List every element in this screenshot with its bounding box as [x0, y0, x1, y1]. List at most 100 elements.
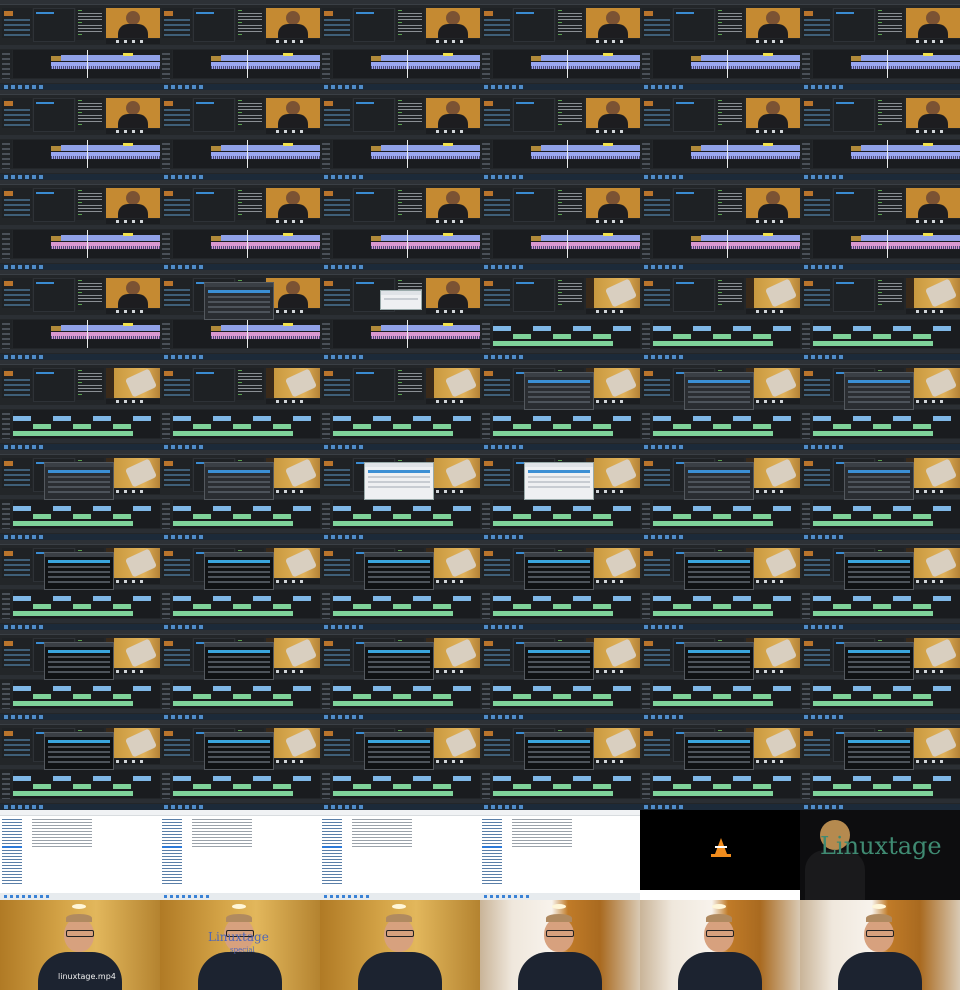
play-control-icon — [924, 130, 927, 133]
timeline-clip — [453, 416, 471, 421]
sheet-frame — [640, 540, 800, 630]
play-control-icon — [140, 130, 143, 133]
timeline-clip — [353, 604, 371, 609]
status-bar — [640, 259, 800, 263]
speaker-head — [126, 191, 140, 205]
play-control-icon — [132, 40, 135, 43]
taskbar — [320, 893, 480, 900]
title-clip — [61, 325, 160, 331]
timeline-tracks — [813, 140, 960, 168]
taskbar-icon — [644, 625, 648, 629]
video-monitor — [906, 638, 960, 668]
taskbar-icon — [505, 445, 509, 449]
audio-clip — [333, 611, 453, 616]
taskbar-icon — [651, 625, 655, 629]
project-bin — [322, 548, 352, 578]
timeline-clip — [33, 694, 51, 699]
taskbar-icon — [672, 535, 676, 539]
clip-thumbnail — [4, 551, 13, 556]
timeline-clip — [833, 514, 851, 519]
status-bar — [800, 799, 960, 803]
timeline-clip — [93, 686, 111, 691]
timeline-clip — [193, 784, 211, 789]
status-bar — [480, 349, 640, 353]
taskbar-icon — [324, 715, 328, 719]
video-clip — [531, 56, 541, 61]
play-control-icon — [132, 220, 135, 223]
effects-list — [716, 8, 744, 40]
play-control-icon — [132, 130, 135, 133]
render-dialog — [844, 642, 914, 680]
taskbar-icon — [39, 625, 43, 629]
playhead — [887, 230, 888, 258]
taskbar-icon — [832, 535, 836, 539]
clip-thumbnail — [484, 461, 493, 466]
taskbar-icon — [25, 85, 29, 89]
timeline-toolbar — [640, 45, 800, 49]
clip-thumbnail — [164, 371, 173, 376]
audio-clip — [51, 332, 160, 339]
taskbar-icon — [324, 265, 328, 269]
status-bar — [0, 529, 160, 533]
monitor-controls — [426, 579, 480, 584]
project-bin — [322, 188, 352, 218]
timeline-clip — [353, 784, 371, 789]
video-monitor — [426, 638, 480, 668]
timeline-tracks — [333, 320, 480, 348]
video-monitor — [906, 368, 960, 398]
play-control-icon — [436, 580, 439, 583]
dialog-selected-row — [48, 560, 110, 563]
video-monitor — [426, 548, 480, 578]
taskbar-icon — [498, 445, 502, 449]
speaker-body — [278, 24, 308, 38]
project-bin — [2, 638, 32, 668]
clip-thumbnail — [644, 101, 653, 106]
selected-row — [676, 102, 694, 104]
timeline-tracks — [333, 230, 480, 258]
sheet-frame — [160, 630, 320, 720]
status-bar — [160, 259, 320, 263]
timeline-clip — [433, 694, 451, 699]
timeline-clip — [493, 596, 511, 601]
effects-list — [876, 188, 904, 220]
video-monitor — [266, 188, 320, 218]
marker — [123, 143, 133, 146]
timeline-tracks — [493, 680, 640, 708]
timeline-clip — [933, 506, 951, 511]
track-headers — [0, 410, 12, 440]
timeline-clip — [853, 506, 871, 511]
clip-properties-panel — [833, 188, 875, 222]
sheet-frame — [640, 0, 800, 90]
selected-row — [36, 282, 54, 284]
project-bin — [802, 278, 832, 308]
play-control-icon — [924, 670, 927, 673]
taskbar-icon — [484, 895, 487, 898]
taskbar-icon — [359, 535, 363, 539]
timeline-clip — [173, 686, 191, 691]
dialog-selected-row — [48, 740, 110, 743]
taskbar-icon — [18, 175, 22, 179]
taskbar-icon — [345, 265, 349, 269]
play-control-icon — [132, 490, 135, 493]
play-control-icon — [604, 130, 607, 133]
monitor-controls — [106, 39, 160, 44]
clip-thumbnail — [804, 191, 813, 196]
monitor-controls — [266, 39, 320, 44]
timeline-clip — [853, 416, 871, 421]
play-control-icon — [932, 130, 935, 133]
speaker-head — [606, 101, 620, 115]
video-monitor — [426, 98, 480, 128]
play-control-icon — [300, 400, 303, 403]
sheet-frame — [160, 90, 320, 180]
taskbar-icon — [505, 535, 509, 539]
timeline-clip — [513, 694, 531, 699]
taskbar-icon — [18, 85, 22, 89]
taskbar-icon — [512, 715, 516, 719]
taskbar-icon — [352, 265, 356, 269]
render-dialog — [684, 642, 754, 680]
timeline-clip — [93, 506, 111, 511]
taskbar-icon — [18, 265, 22, 269]
taskbar-icon — [11, 805, 15, 809]
sheet-frame — [0, 450, 160, 540]
clip-thumbnail — [324, 191, 333, 196]
